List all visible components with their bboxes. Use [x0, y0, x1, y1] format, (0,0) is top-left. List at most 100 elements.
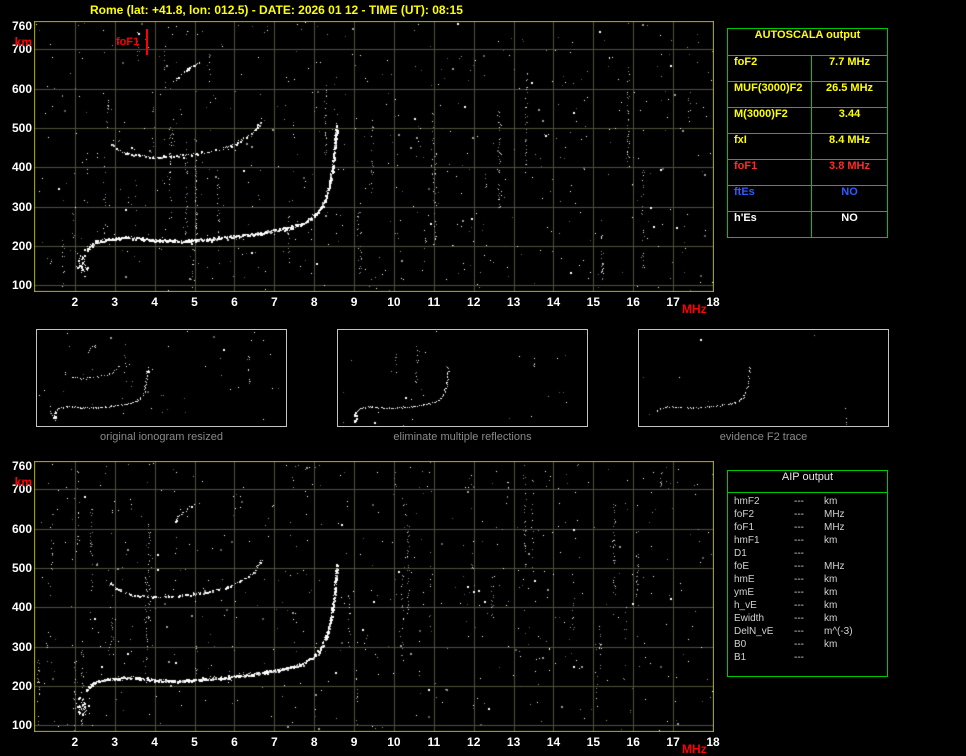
km-unit-label: km: [14, 474, 32, 489]
x-tick-label: 2: [71, 295, 79, 309]
aip-param-label: foF2: [734, 509, 755, 520]
y-tick-label: 100: [11, 278, 32, 293]
bottom-ionogram-canvas: [34, 461, 714, 732]
x-tick-label: 5: [191, 295, 198, 309]
aip-param-label: hmF1: [734, 535, 760, 546]
aip-output-body: hmF2 --- km foF2 --- MHz foF1 --- MHz hmF1 --- km D1…: [728, 493, 887, 665]
x-tick-label: 11: [427, 295, 441, 309]
autoscala-output-header: AUTOSCALA output: [728, 29, 887, 56]
aip-param-unit: km: [824, 574, 838, 585]
aip-param-label: foF1: [734, 522, 755, 533]
aip-param-unit: MHz: [824, 509, 845, 520]
aip-row: DelN_vE --- m^(-3): [728, 626, 887, 639]
aip-param-label: h_vE: [734, 600, 757, 611]
aip-param-label: DelN_vE: [734, 626, 774, 637]
aip-param-unit: km: [824, 613, 838, 624]
autoscala-param-label: MUF(3000)F2: [728, 82, 812, 107]
y-tick-label: 300: [11, 199, 32, 214]
aip-param-label: Ewidth: [734, 613, 765, 624]
aip-param-unit: MHz: [824, 561, 845, 572]
aip-param-unit: [824, 548, 887, 561]
aip-row: B0 --- km: [728, 639, 887, 652]
fof1-marker-label: foF1: [116, 36, 140, 48]
thumbnail-evidence-f2-canvas: [638, 329, 889, 427]
x-tick-label: 8: [310, 735, 318, 749]
aip-param-value: ---: [794, 652, 804, 663]
thumbnail-original-ionogram-canvas: [36, 329, 287, 427]
aip-param-value: ---: [794, 639, 804, 650]
y-tick-label: 500: [11, 121, 32, 136]
aip-row: hmF1 --- km: [728, 535, 887, 548]
autoscala-row: ftEs NO: [728, 186, 887, 212]
x-tick-label: 13: [506, 735, 521, 749]
autoscala-param-label: fxI: [728, 134, 812, 159]
aip-row: ymE --- km: [728, 587, 887, 600]
aip-row: h_vE --- km: [728, 600, 887, 613]
mhz-unit-label: MHz: [682, 302, 707, 316]
x-tick-label: 7: [270, 735, 278, 749]
aip-param-value: ---: [794, 522, 804, 533]
y-tick-label: 100: [11, 718, 32, 733]
y-tick-label: 400: [11, 160, 32, 175]
thumbnail-caption-original: original ionogram resized: [100, 431, 223, 443]
x-tick-label: 15: [586, 295, 601, 309]
station-title: Rome (lat: +41.8, lon: 012.5) - DATE: 20…: [90, 3, 463, 17]
aip-param-value: ---: [794, 548, 804, 559]
top-ionogram-canvas: [34, 21, 714, 292]
aip-param-value: ---: [794, 613, 804, 624]
aip-row: foF2 --- MHz: [728, 509, 887, 522]
y-tick-label: 760: [11, 458, 32, 473]
x-tick-label: 15: [586, 735, 601, 749]
aip-param-label: B0: [734, 639, 747, 650]
x-tick-label: 9: [350, 735, 358, 749]
aip-param-label: hmE: [734, 574, 755, 585]
autoscala-param-value: 26.5 MHz: [825, 82, 874, 94]
x-tick-label: 7: [270, 295, 278, 309]
x-tick-label: 12: [467, 735, 481, 749]
aip-param-unit: km: [824, 639, 838, 650]
x-tick-label: 11: [427, 735, 441, 749]
aip-row: Ewidth --- km: [728, 613, 887, 626]
km-unit-label: km: [14, 34, 32, 49]
x-tick-label: 14: [546, 735, 561, 749]
x-tick-label: 4: [151, 295, 158, 309]
y-tick-label: 400: [11, 600, 32, 615]
autoscala-param-value: 7.7 MHz: [829, 56, 870, 68]
x-tick-label: 5: [191, 735, 198, 749]
y-tick-label: 500: [11, 561, 32, 576]
aip-output-table: AIP output hmF2 --- km foF2 --- MHz foF1 --- MHz…: [727, 470, 888, 677]
y-tick-label: 200: [11, 238, 32, 253]
autoscala-output-body: foF2 7.7 MHz MUF(3000)F2 26.5 MHz M(3000)F2 3…: [728, 56, 887, 237]
autoscala-param-label: foF1: [728, 160, 812, 185]
x-tick-label: 12: [467, 295, 481, 309]
aip-param-unit: m^(-3): [824, 626, 853, 637]
y-tick-label: 200: [11, 678, 32, 693]
y-tick-label: 300: [11, 639, 32, 654]
autoscala-row: h'Es NO: [728, 212, 887, 237]
y-tick-label: 600: [11, 81, 32, 96]
aip-param-label: B1: [734, 652, 747, 663]
autoscala-row: M(3000)F2 3.44: [728, 108, 887, 134]
aip-param-value: ---: [794, 626, 804, 637]
autoscala-output-table: AUTOSCALA output foF2 7.7 MHz MUF(3000)F2 2…: [727, 28, 888, 238]
x-tick-label: 3: [111, 295, 119, 309]
x-tick-label: 16: [626, 735, 640, 749]
aip-param-label: ymE: [734, 587, 754, 598]
aip-param-label: foE: [734, 561, 750, 572]
x-tick-label: 6: [231, 735, 238, 749]
autoscala-row: fxI 8.4 MHz: [728, 134, 887, 160]
aip-param-unit: km: [824, 535, 838, 546]
aip-param-label: hmF2: [734, 496, 760, 507]
y-tick-label: 760: [11, 18, 32, 33]
aip-param-value: ---: [794, 535, 804, 546]
autoscala-param-value: NO: [841, 186, 858, 198]
aip-param-unit: km: [824, 496, 838, 507]
aip-param-unit: km: [824, 587, 838, 598]
aip-param-unit: MHz: [824, 522, 845, 533]
aip-output-header: AIP output: [728, 471, 887, 493]
mhz-unit-label: MHz: [682, 742, 707, 756]
x-tick-label: 9: [350, 295, 358, 309]
x-tick-label: 8: [310, 295, 318, 309]
aip-param-value: ---: [794, 600, 804, 611]
autoscala-screen: Rome (lat: +41.8, lon: 012.5) - DATE: 20…: [0, 0, 966, 756]
